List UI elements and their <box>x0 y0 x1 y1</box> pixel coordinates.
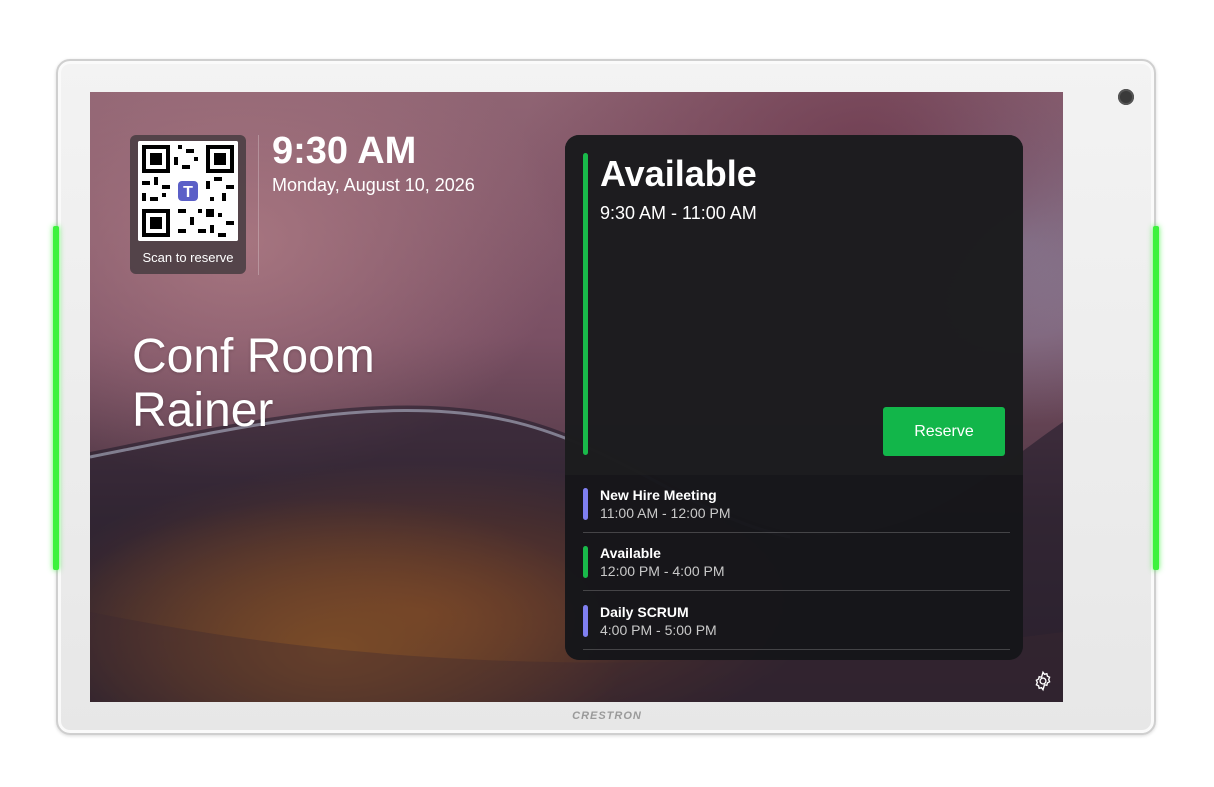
screen: T Scan to reserve 9:30 AM Monday, August… <box>90 92 1063 702</box>
divider <box>583 590 1010 591</box>
brand-logo: CRESTRON <box>572 710 642 722</box>
room-name-line2: Rainer <box>132 384 274 437</box>
meeting-color-bar <box>583 546 588 578</box>
svg-text:T: T <box>183 184 193 201</box>
clock-date: Monday, August 10, 2026 <box>272 175 475 195</box>
meeting-time: 12:00 PM - 4:00 PM <box>600 563 725 579</box>
meeting-time: 4:00 PM - 5:00 PM <box>600 622 717 638</box>
status-led-right <box>1153 226 1159 570</box>
qr-caption: Scan to reserve <box>142 250 234 265</box>
teams-qr-icon: T <box>138 141 238 241</box>
meeting-title: Daily SCRUM <box>600 604 689 620</box>
qr-card[interactable]: T Scan to reserve <box>130 135 246 274</box>
status-time-range: 9:30 AM - 11:00 AM <box>600 203 757 223</box>
meeting-color-bar <box>583 488 588 520</box>
status-led-left <box>53 226 59 570</box>
divider <box>583 649 1010 650</box>
status-indicator-bar <box>583 153 588 455</box>
upcoming-meetings-list: New Hire Meeting 11:00 AM - 12:00 PM Ava… <box>565 475 1023 660</box>
meeting-color-bar <box>583 605 588 637</box>
schedule-panel: Available 9:30 AM - 11:00 AM Reserve New… <box>565 135 1023 660</box>
room-name-line1: Conf Room <box>132 330 375 383</box>
meeting-title: New Hire Meeting <box>600 487 717 503</box>
list-item[interactable]: Daily SCRUM 4:00 PM - 5:00 PM <box>565 592 1023 650</box>
gear-icon[interactable] <box>1032 670 1054 692</box>
meeting-title: Available <box>600 545 661 561</box>
list-item[interactable]: New Hire Meeting 11:00 AM - 12:00 PM <box>565 475 1023 533</box>
clock-time: 9:30 AM <box>272 130 417 172</box>
camera-icon <box>1118 89 1134 105</box>
meeting-time: 11:00 AM - 12:00 PM <box>600 505 731 521</box>
status-title: Available <box>600 153 757 194</box>
current-status: Available 9:30 AM - 11:00 AM Reserve <box>565 135 1023 475</box>
reserve-button[interactable]: Reserve <box>883 407 1005 456</box>
header-divider <box>258 135 259 275</box>
list-item[interactable]: Available 12:00 PM - 4:00 PM <box>565 533 1023 591</box>
room-name: Conf Room Rainer <box>132 330 375 438</box>
